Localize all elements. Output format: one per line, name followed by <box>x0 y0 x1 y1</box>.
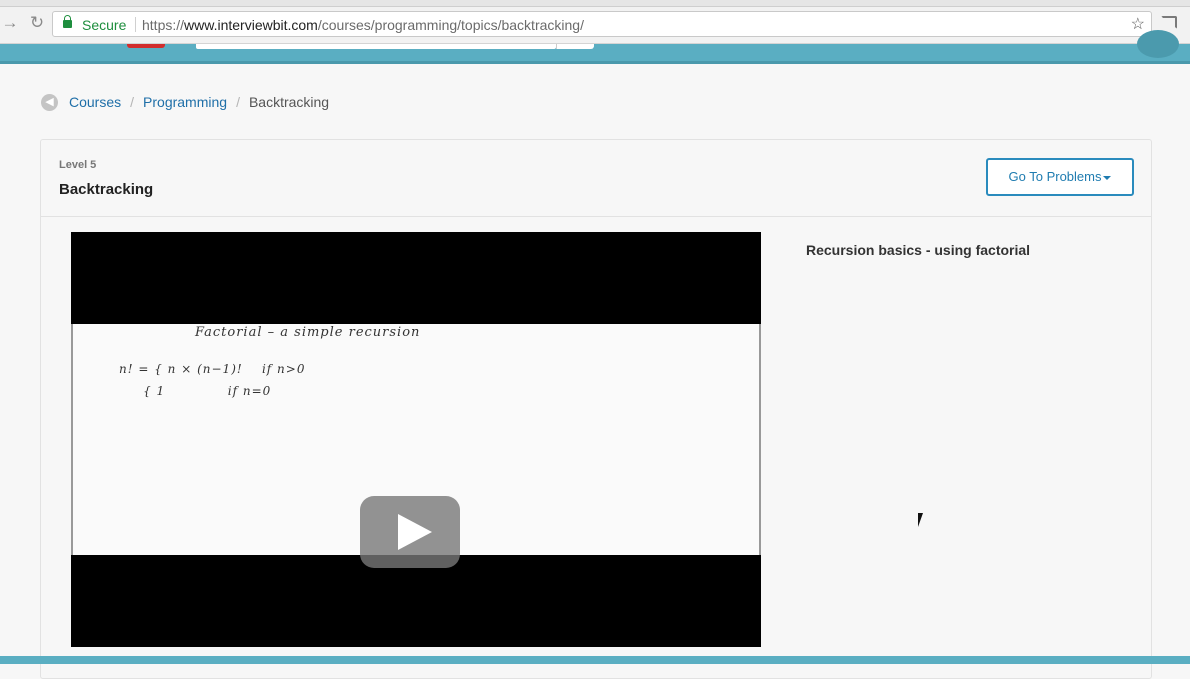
star-icon[interactable]: ☆ <box>1131 14 1145 34</box>
video-title: Recursion basics - using factorial <box>806 242 1031 258</box>
address-bar[interactable]: Secure https://www.interviewbit.com/cour… <box>52 11 1152 37</box>
mouse-cursor-icon <box>918 513 928 527</box>
go-to-problems-label: Go To Problems <box>1008 169 1102 184</box>
breadcrumb-courses[interactable]: Courses <box>69 94 121 110</box>
url-divider <box>135 17 136 32</box>
go-to-problems-button[interactable]: Go To Problems <box>986 158 1134 196</box>
breadcrumb-current: Backtracking <box>248 94 330 110</box>
topic-card-header: Level 5 Backtracking Go To Problems <box>41 140 1151 217</box>
cast-icon[interactable] <box>1161 16 1177 29</box>
url-text[interactable]: https://www.interviewbit.com/courses/pro… <box>142 17 584 33</box>
site-search-button[interactable] <box>556 44 594 49</box>
arrow-left-circle-icon[interactable]: ◀ <box>41 93 58 111</box>
url-scheme: https:// <box>142 17 185 33</box>
level-label: Level 5 <box>59 159 97 171</box>
caret-down-icon <box>1103 175 1112 180</box>
video-player[interactable]: Factorial – a simple recursion n! = { n … <box>71 232 761 647</box>
site-search-input[interactable] <box>196 44 556 49</box>
tab-strip <box>0 0 1190 7</box>
breadcrumb-separator: / <box>236 94 240 110</box>
forward-icon[interactable]: → <box>0 13 20 33</box>
breadcrumb-separator: / <box>130 94 135 110</box>
footer-strip <box>0 656 1190 664</box>
whiteboard-line-2: { 1 if n=0 <box>119 384 272 398</box>
play-icon[interactable] <box>360 496 460 568</box>
breadcrumb: ◀ Courses / Programming / Backtracking <box>41 92 329 112</box>
url-path: /courses/programming/topics/backtracking… <box>317 17 584 33</box>
video-frame: Factorial – a simple recursion n! = { n … <box>71 324 761 568</box>
topic-title: Backtracking <box>59 181 154 198</box>
secure-label: Secure <box>82 17 127 33</box>
whiteboard-line-1: n! = { n × (n−1)! if n>0 <box>119 362 306 376</box>
browser-toolbar: → ↻ Secure https://www.interviewbit.com/… <box>0 0 1190 44</box>
site-header <box>0 30 1190 64</box>
url-host: www.interviewbit.com <box>184 17 318 33</box>
lock-icon <box>63 15 72 28</box>
whiteboard-title: Factorial – a simple recursion <box>195 325 421 340</box>
user-avatar[interactable] <box>1137 30 1179 58</box>
reload-icon[interactable]: ↻ <box>27 13 47 33</box>
breadcrumb-programming[interactable]: Programming <box>143 94 227 110</box>
site-logo[interactable] <box>127 44 165 48</box>
